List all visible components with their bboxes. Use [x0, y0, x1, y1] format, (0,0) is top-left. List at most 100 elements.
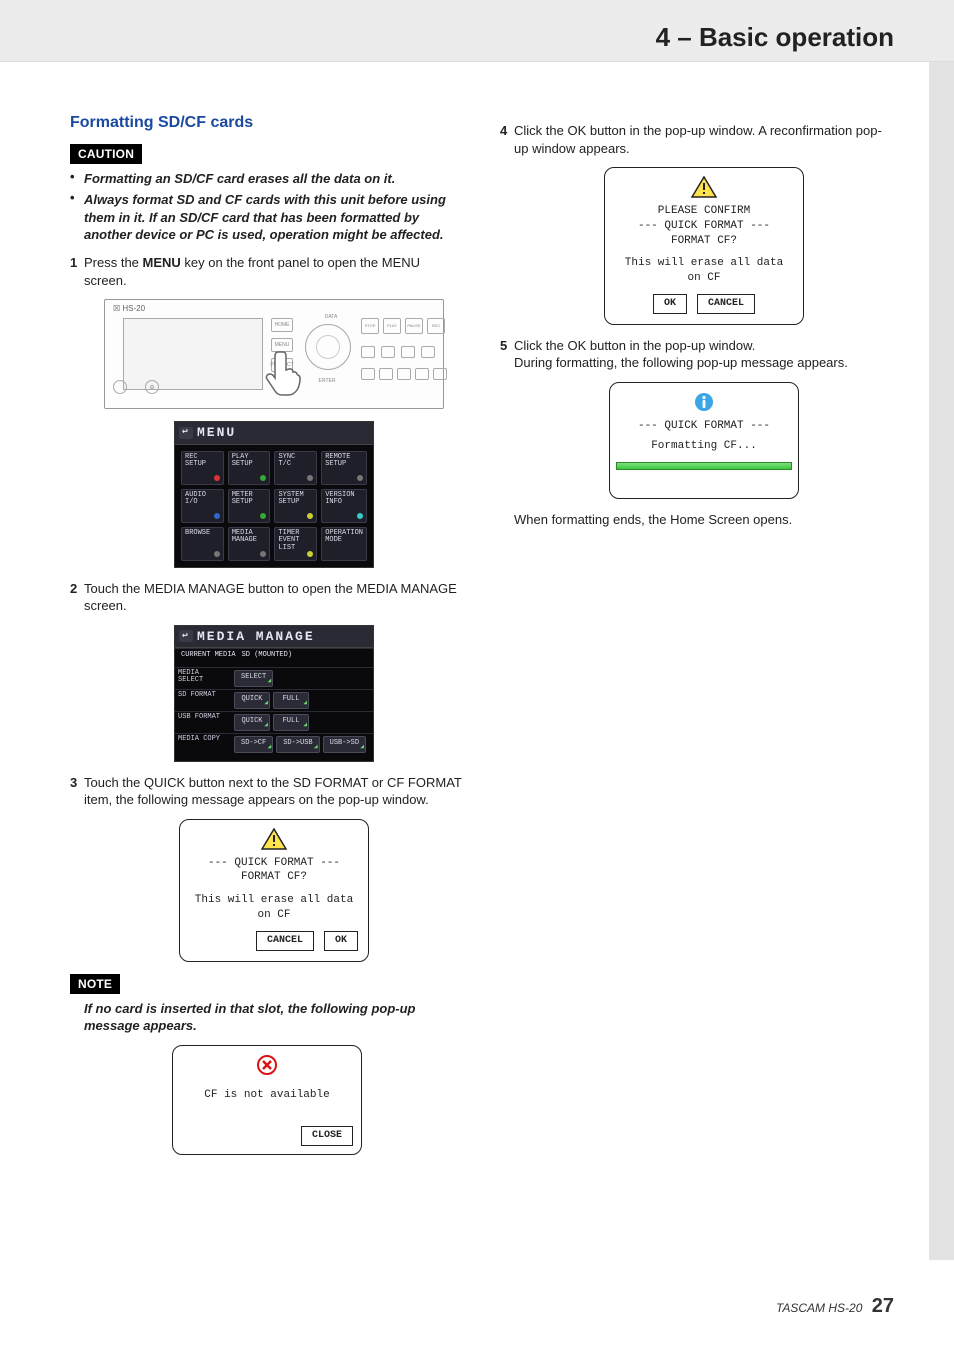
steps-left: 1 Press the MENU key on the front panel … — [70, 254, 464, 962]
chip-button[interactable]: FULL◢ — [273, 714, 309, 731]
menu-cell[interactable]: BROWSE — [181, 527, 224, 561]
row-label: USB FORMAT — [175, 712, 231, 733]
popup-line: FORMAT CF? — [190, 870, 358, 885]
row-label: SD FORMAT — [175, 690, 231, 711]
closing-text: When formatting ends, the Home Screen op… — [514, 511, 894, 529]
menu-title-bar: ↩ MENU — [175, 422, 373, 445]
left-column: Formatting SD/CF cards CAUTION Formattin… — [70, 112, 464, 1167]
chip-button[interactable]: FULL◢ — [273, 692, 309, 709]
screen-title: MEDIA MANAGE — [197, 628, 315, 646]
value: SD (MOUNTED) — [242, 651, 292, 660]
step-text: Touch the QUICK button next to the SD FO… — [84, 775, 462, 808]
play-icon: PLAY — [383, 318, 401, 334]
pointing-hand-icon — [255, 346, 315, 406]
error-icon — [256, 1068, 278, 1080]
menu-cell[interactable]: RECSETUP — [181, 451, 224, 485]
step-4: 4 Click the OK button in the pop-up wind… — [514, 122, 894, 325]
step-number: 1 — [70, 254, 77, 272]
menu-cell[interactable]: TIMEREVENT LIST — [274, 527, 317, 561]
menu-cell[interactable]: OPERATIONMODE — [321, 527, 367, 561]
stop-icon: STOP — [361, 318, 379, 334]
step-text: Press the MENU key on the front panel to… — [84, 255, 420, 288]
section-heading: Formatting SD/CF cards — [70, 112, 464, 134]
media-row: SD FORMATQUICK◢FULL◢ — [175, 689, 373, 711]
note-text: If no card is inserted in that slot, the… — [70, 1000, 464, 1035]
button-row-2 — [361, 346, 435, 358]
text: Press the — [84, 255, 143, 270]
cancel-button[interactable]: CANCEL — [697, 294, 755, 314]
popup-line: Formatting CF... — [620, 439, 788, 454]
menu-cell[interactable]: SYNCT/C — [274, 451, 317, 485]
chip-button[interactable]: SD->USB◢ — [276, 736, 319, 753]
confirm-popup: PLEASE CONFIRM --- QUICK FORMAT --- FORM… — [604, 167, 804, 325]
menu-cell[interactable]: METERSETUP — [228, 489, 271, 523]
chip-button[interactable]: USB->SD◢ — [323, 736, 366, 753]
ok-button[interactable]: OK — [653, 294, 687, 314]
side-tab — [929, 60, 954, 1260]
step-number: 3 — [70, 774, 77, 792]
step-text: Click the OK button in the pop-up window… — [514, 123, 882, 156]
popup-line: FORMAT CF? — [615, 234, 793, 249]
step-1: 1 Press the MENU key on the front panel … — [84, 254, 464, 568]
popup-line: CF is not available — [183, 1088, 351, 1103]
home-button-icon: HOME — [271, 318, 293, 332]
pause-icon: PAUSE — [405, 318, 423, 334]
caution-list: Formatting an SD/CF card erases all the … — [70, 170, 464, 244]
row-label: MEDIA COPY — [175, 734, 231, 755]
back-icon: ↩ — [179, 630, 193, 642]
step-text: Touch the MEDIA MANAGE button to open th… — [84, 581, 457, 614]
current-media-row: CURRENT MEDIA SD (MOUNTED) — [175, 648, 373, 662]
menu-screen: ↩ MENU RECSETUPPLAYSETUPSYNCT/CREMOTESET… — [174, 421, 374, 568]
popup-line: --- QUICK FORMAT --- — [615, 219, 793, 234]
menu-cell[interactable]: SYSTEMSETUP — [274, 489, 317, 523]
progress-bar — [616, 462, 792, 470]
footer-model: TASCAM HS-20 — [776, 1301, 862, 1315]
chapter-title: 4 – Basic operation — [656, 20, 894, 61]
info-icon — [693, 405, 715, 417]
screen-title-bar: ↩ MEDIA MANAGE — [175, 626, 373, 649]
menu-cell[interactable]: PLAYSETUP — [228, 451, 271, 485]
label: CURRENT MEDIA — [181, 651, 236, 660]
note-tag: NOTE — [70, 974, 120, 994]
menu-title: MENU — [197, 424, 236, 442]
media-manage-screen: ↩ MEDIA MANAGE CURRENT MEDIA SD (MOUNTED… — [174, 625, 374, 762]
menu-cell[interactable]: MEDIAMANAGE — [228, 527, 271, 561]
step-number: 4 — [500, 122, 507, 140]
step-2: 2 Touch the MEDIA MANAGE button to open … — [84, 580, 464, 762]
device-illustration: ☒ HS-20 HOME MENU PROJECT — [104, 299, 444, 409]
caution-tag: CAUTION — [70, 144, 142, 164]
warning-icon — [261, 828, 287, 856]
caution-item: Always format SD and CF cards with this … — [84, 191, 464, 244]
text-bold: MENU — [143, 255, 181, 270]
step-number: 5 — [500, 337, 507, 355]
menu-cell[interactable]: VERSIONINFO — [321, 489, 367, 523]
steps-right: 4 Click the OK button in the pop-up wind… — [500, 122, 894, 529]
row-label: MEDIA SELECT — [175, 668, 231, 689]
page-number: 27 — [872, 1295, 894, 1317]
caution-item: Formatting an SD/CF card erases all the … — [84, 170, 464, 188]
rec-icon: REC — [427, 318, 445, 334]
cancel-button[interactable]: CANCEL — [256, 931, 314, 951]
button-row-3 — [361, 368, 447, 380]
media-manage-rows: MEDIA SELECTSELECT◢SD FORMATQUICK◢FULL◢U… — [175, 663, 373, 761]
step-number: 2 — [70, 580, 77, 598]
menu-cell[interactable]: AUDIOI/O — [181, 489, 224, 523]
progress-popup: --- QUICK FORMAT --- Formatting CF... — [609, 382, 799, 500]
right-column: 4 Click the OK button in the pop-up wind… — [500, 112, 894, 1167]
menu-cell[interactable]: REMOTESETUP — [321, 451, 367, 485]
page-footer: TASCAM HS-20 27 — [776, 1293, 894, 1320]
chip-button[interactable]: SD->CF◢ — [234, 736, 273, 753]
back-icon: ↩ — [179, 427, 193, 439]
ok-button[interactable]: OK — [324, 931, 358, 951]
warning-icon — [691, 176, 717, 204]
media-row: MEDIA COPYSD->CF◢SD->USB◢USB->SD◢ — [175, 733, 373, 755]
chip-button[interactable]: QUICK◢ — [234, 692, 270, 709]
popup-line: PLEASE CONFIRM — [615, 204, 793, 219]
popup-line: This will erase all data on CF — [190, 893, 358, 923]
media-row: USB FORMATQUICK◢FULL◢ — [175, 711, 373, 733]
step-text: Click the OK button in the pop-up window… — [514, 338, 755, 353]
not-available-popup: CF is not available CLOSE — [172, 1045, 362, 1155]
close-button[interactable]: CLOSE — [301, 1126, 353, 1146]
chip-button[interactable]: QUICK◢ — [234, 714, 270, 731]
chip-button[interactable]: SELECT◢ — [234, 670, 273, 687]
